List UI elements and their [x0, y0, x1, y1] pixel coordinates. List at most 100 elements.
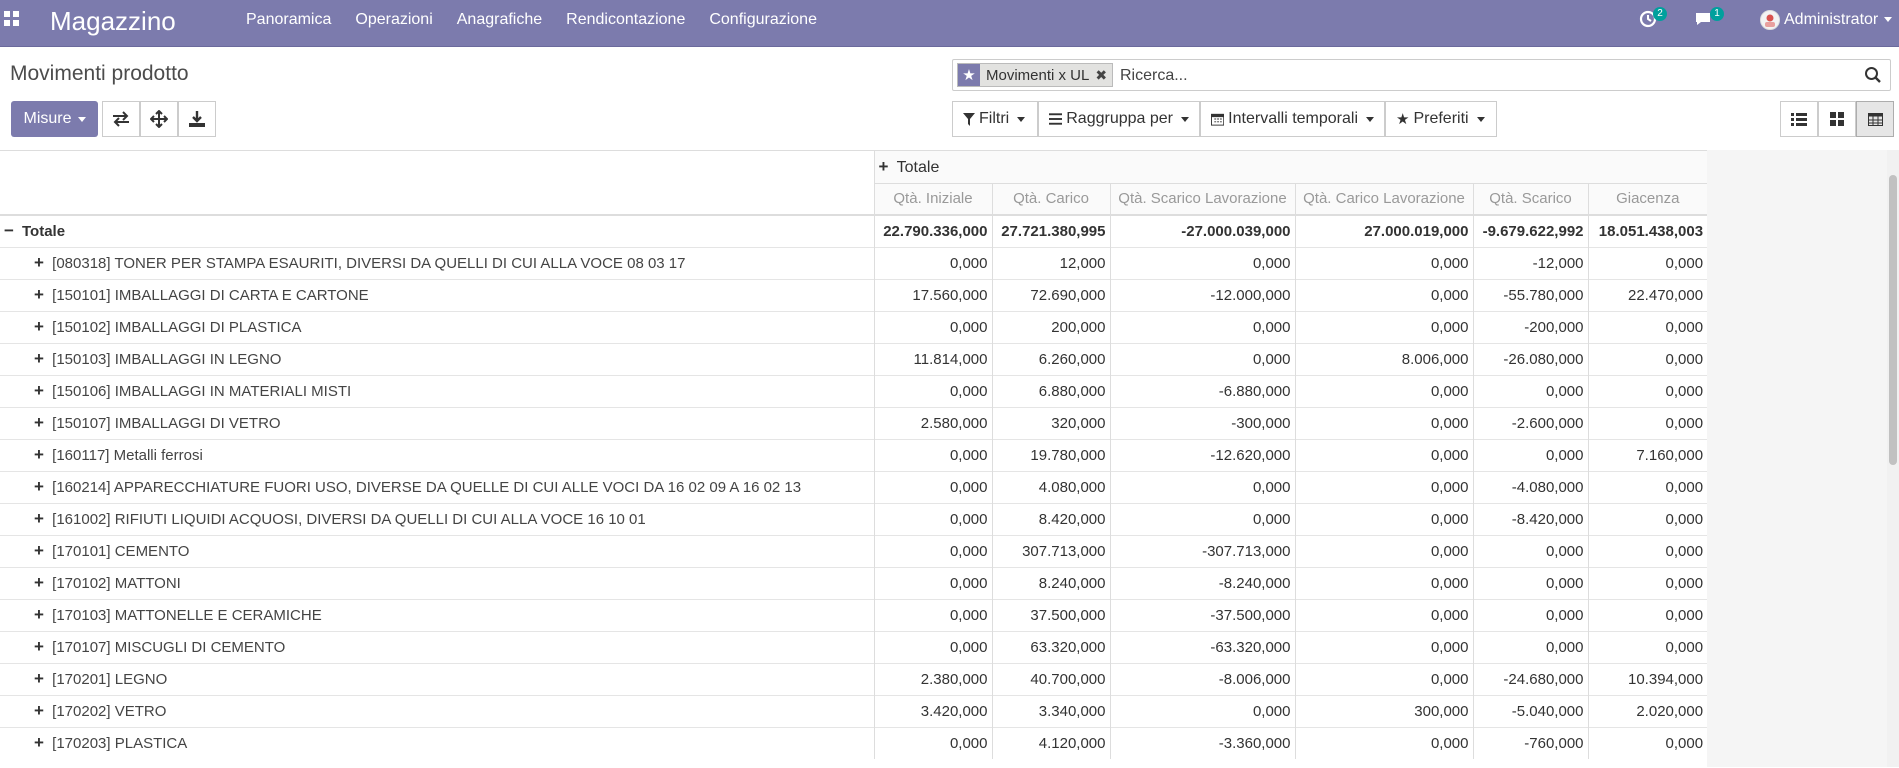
time-ranges-dropdown[interactable]: Intervalli temporali — [1200, 101, 1385, 137]
pivot-cell[interactable]: 0,000 — [1472, 630, 1588, 663]
row-header[interactable]: + [150106] IMBALLAGGI IN MATERIALI MISTI — [0, 374, 874, 407]
pivot-cell[interactable]: 19.780,000 — [991, 438, 1110, 471]
row-header[interactable]: + [150101] IMBALLAGGI DI CARTA E CARTONE — [0, 278, 874, 311]
vertical-scrollbar[interactable] — [1887, 150, 1899, 767]
total-cell[interactable]: 27.000.019,000 — [1294, 214, 1473, 247]
pivot-cell[interactable]: 0,000 — [1294, 598, 1473, 631]
pivot-cell[interactable]: -2.600,000 — [1472, 406, 1588, 439]
pivot-cell[interactable]: 0,000 — [1472, 566, 1588, 599]
row-header[interactable]: + [170101] CEMENTO — [0, 534, 874, 567]
pivot-cell[interactable]: 0,000 — [1294, 470, 1473, 503]
pivot-cell[interactable]: -26.080,000 — [1472, 342, 1588, 375]
pivot-cell[interactable]: 0,000 — [1587, 726, 1707, 759]
measure-header[interactable]: Qtà. Carico — [991, 182, 1110, 215]
pivot-cell[interactable]: -760,000 — [1472, 726, 1588, 759]
measure-header[interactable]: Qtà. Iniziale — [873, 182, 992, 215]
row-header[interactable]: + [161002] RIFIUTI LIQUIDI ACQUOSI, DIVE… — [0, 502, 874, 535]
search-facet[interactable]: ★ Movimenti x UL ✖ — [957, 63, 1114, 87]
pivot-cell[interactable]: 0,000 — [1472, 534, 1588, 567]
pivot-cell[interactable]: 0,000 — [1109, 694, 1295, 727]
pivot-cell[interactable]: 0,000 — [1109, 342, 1295, 375]
scrollbar-thumb[interactable] — [1889, 175, 1897, 465]
pivot-cell[interactable]: -12.620,000 — [1109, 438, 1295, 471]
pivot-cell[interactable]: 0,000 — [1587, 342, 1707, 375]
pivot-cell[interactable]: 320,000 — [991, 406, 1110, 439]
pivot-cell[interactable]: 7.160,000 — [1587, 438, 1707, 471]
menu-item-rendicontazione[interactable]: Rendicontazione — [566, 0, 685, 46]
row-header[interactable]: + [170202] VETRO — [0, 694, 874, 727]
pivot-cell[interactable]: 200,000 — [991, 310, 1110, 343]
apps-menu-icon[interactable] — [4, 11, 20, 27]
pivot-cell[interactable]: 0,000 — [1294, 662, 1473, 695]
row-header[interactable]: + [150107] IMBALLAGGI DI VETRO — [0, 406, 874, 439]
list-view-button[interactable] — [1780, 101, 1818, 137]
pivot-cell[interactable]: 10.394,000 — [1587, 662, 1707, 695]
pivot-cell[interactable]: 0,000 — [873, 534, 992, 567]
pivot-cell[interactable]: 0,000 — [1294, 630, 1473, 663]
app-brand[interactable]: Magazzino — [50, 6, 176, 37]
pivot-cell[interactable]: 0,000 — [1294, 406, 1473, 439]
pivot-cell[interactable]: 17.560,000 — [873, 278, 992, 311]
pivot-cell[interactable]: -5.040,000 — [1472, 694, 1588, 727]
row-header-total[interactable]: − Totale — [0, 214, 874, 247]
pivot-cell[interactable]: 0,000 — [1472, 374, 1588, 407]
measure-header[interactable]: Qtà. Carico Lavorazione — [1294, 182, 1473, 215]
pivot-cell[interactable]: 300,000 — [1294, 694, 1473, 727]
user-menu[interactable]: Administrator — [1784, 0, 1893, 40]
pivot-cell[interactable]: 2.020,000 — [1587, 694, 1707, 727]
pivot-cell[interactable]: -3.360,000 — [1109, 726, 1295, 759]
pivot-cell[interactable]: 63.320,000 — [991, 630, 1110, 663]
measure-header[interactable]: Giacenza — [1587, 182, 1707, 215]
pivot-cell[interactable]: 0,000 — [873, 598, 992, 631]
pivot-cell[interactable]: 0,000 — [1587, 470, 1707, 503]
search-icon[interactable] — [1864, 66, 1882, 84]
pivot-cell[interactable]: 0,000 — [873, 374, 992, 407]
pivot-cell[interactable]: 22.470,000 — [1587, 278, 1707, 311]
row-header[interactable]: + [170201] LEGNO — [0, 662, 874, 695]
pivot-cell[interactable]: 0,000 — [1294, 438, 1473, 471]
pivot-cell[interactable]: 4.080,000 — [991, 470, 1110, 503]
filters-dropdown[interactable]: Filtri — [952, 101, 1038, 137]
pivot-cell[interactable]: -200,000 — [1472, 310, 1588, 343]
pivot-cell[interactable]: 72.690,000 — [991, 278, 1110, 311]
pivot-cell[interactable]: 2.580,000 — [873, 406, 992, 439]
row-header[interactable]: + [150102] IMBALLAGGI DI PLASTICA — [0, 310, 874, 343]
pivot-cell[interactable]: 0,000 — [1109, 246, 1295, 279]
measure-header[interactable]: Qtà. Scarico Lavorazione — [1109, 182, 1295, 215]
column-header-total[interactable]: + Totale — [873, 151, 1707, 183]
row-header[interactable]: + [150103] IMBALLAGGI IN LEGNO — [0, 342, 874, 375]
pivot-cell[interactable]: 0,000 — [1587, 406, 1707, 439]
pivot-cell[interactable]: 0,000 — [873, 502, 992, 535]
kanban-view-button[interactable] — [1818, 101, 1856, 137]
menu-item-configurazione[interactable]: Configurazione — [709, 0, 817, 46]
pivot-cell[interactable]: 0,000 — [1587, 246, 1707, 279]
pivot-cell[interactable]: 0,000 — [873, 438, 992, 471]
pivot-cell[interactable]: 8.420,000 — [991, 502, 1110, 535]
pivot-cell[interactable]: 0,000 — [1294, 566, 1473, 599]
row-header[interactable]: + [160117] Metalli ferrosi — [0, 438, 874, 471]
pivot-cell[interactable]: 0,000 — [1587, 502, 1707, 535]
pivot-cell[interactable]: 0,000 — [1109, 502, 1295, 535]
row-header[interactable]: + [080318] TONER PER STAMPA ESAURITI, DI… — [0, 246, 874, 279]
pivot-cell[interactable]: 0,000 — [873, 630, 992, 663]
pivot-cell[interactable]: -300,000 — [1109, 406, 1295, 439]
download-button[interactable] — [178, 101, 216, 137]
menu-item-panoramica[interactable]: Panoramica — [246, 0, 331, 46]
pivot-cell[interactable]: 0,000 — [1587, 374, 1707, 407]
pivot-cell[interactable]: 3.420,000 — [873, 694, 992, 727]
group-by-dropdown[interactable]: Raggruppa per — [1038, 101, 1200, 137]
measure-header[interactable]: Qtà. Scarico — [1472, 182, 1588, 215]
row-header[interactable]: + [160214] APPARECCHIATURE FUORI USO, DI… — [0, 470, 874, 503]
total-cell[interactable]: 22.790.336,000 — [873, 214, 992, 247]
menu-item-operazioni[interactable]: Operazioni — [355, 0, 432, 46]
expand-all-button[interactable] — [140, 101, 178, 137]
pivot-cell[interactable]: 0,000 — [873, 470, 992, 503]
pivot-cell[interactable]: 6.260,000 — [991, 342, 1110, 375]
pivot-cell[interactable]: 0,000 — [873, 726, 992, 759]
pivot-cell[interactable]: 2.380,000 — [873, 662, 992, 695]
pivot-cell[interactable]: 8.240,000 — [991, 566, 1110, 599]
pivot-cell[interactable]: 0,000 — [1294, 278, 1473, 311]
pivot-cell[interactable]: 307.713,000 — [991, 534, 1110, 567]
pivot-cell[interactable]: 0,000 — [1294, 534, 1473, 567]
row-header[interactable]: + [170103] MATTONELLE E CERAMICHE — [0, 598, 874, 631]
